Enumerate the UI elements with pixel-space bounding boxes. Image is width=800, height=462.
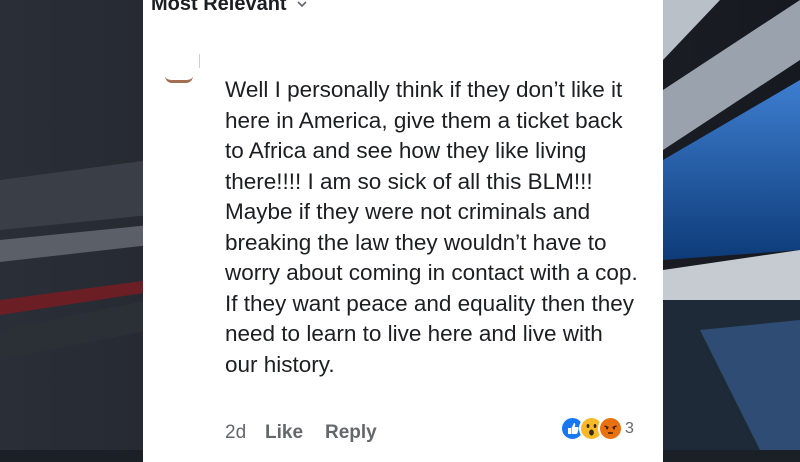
angry-icon (598, 416, 623, 441)
sort-dropdown[interactable]: Most Relevant (151, 0, 307, 16)
like-button[interactable]: Like (265, 422, 325, 444)
reaction-count: 3 (625, 419, 634, 437)
avatar[interactable] (161, 64, 197, 86)
thread-line (199, 54, 200, 68)
reactions-summary[interactable]: 3 (560, 416, 634, 441)
comment-panel: Most Relevant Well I personally think if… (143, 0, 663, 462)
chevron-down-icon (297, 1, 307, 8)
comment-text: Well I personally think if they don’t li… (225, 77, 638, 377)
sort-label: Most Relevant (151, 0, 287, 15)
comment-actions: 2d Like Reply (225, 422, 377, 444)
avatar-edge (165, 76, 193, 83)
comment-age[interactable]: 2d (225, 422, 265, 444)
reply-button[interactable]: Reply (325, 422, 377, 444)
